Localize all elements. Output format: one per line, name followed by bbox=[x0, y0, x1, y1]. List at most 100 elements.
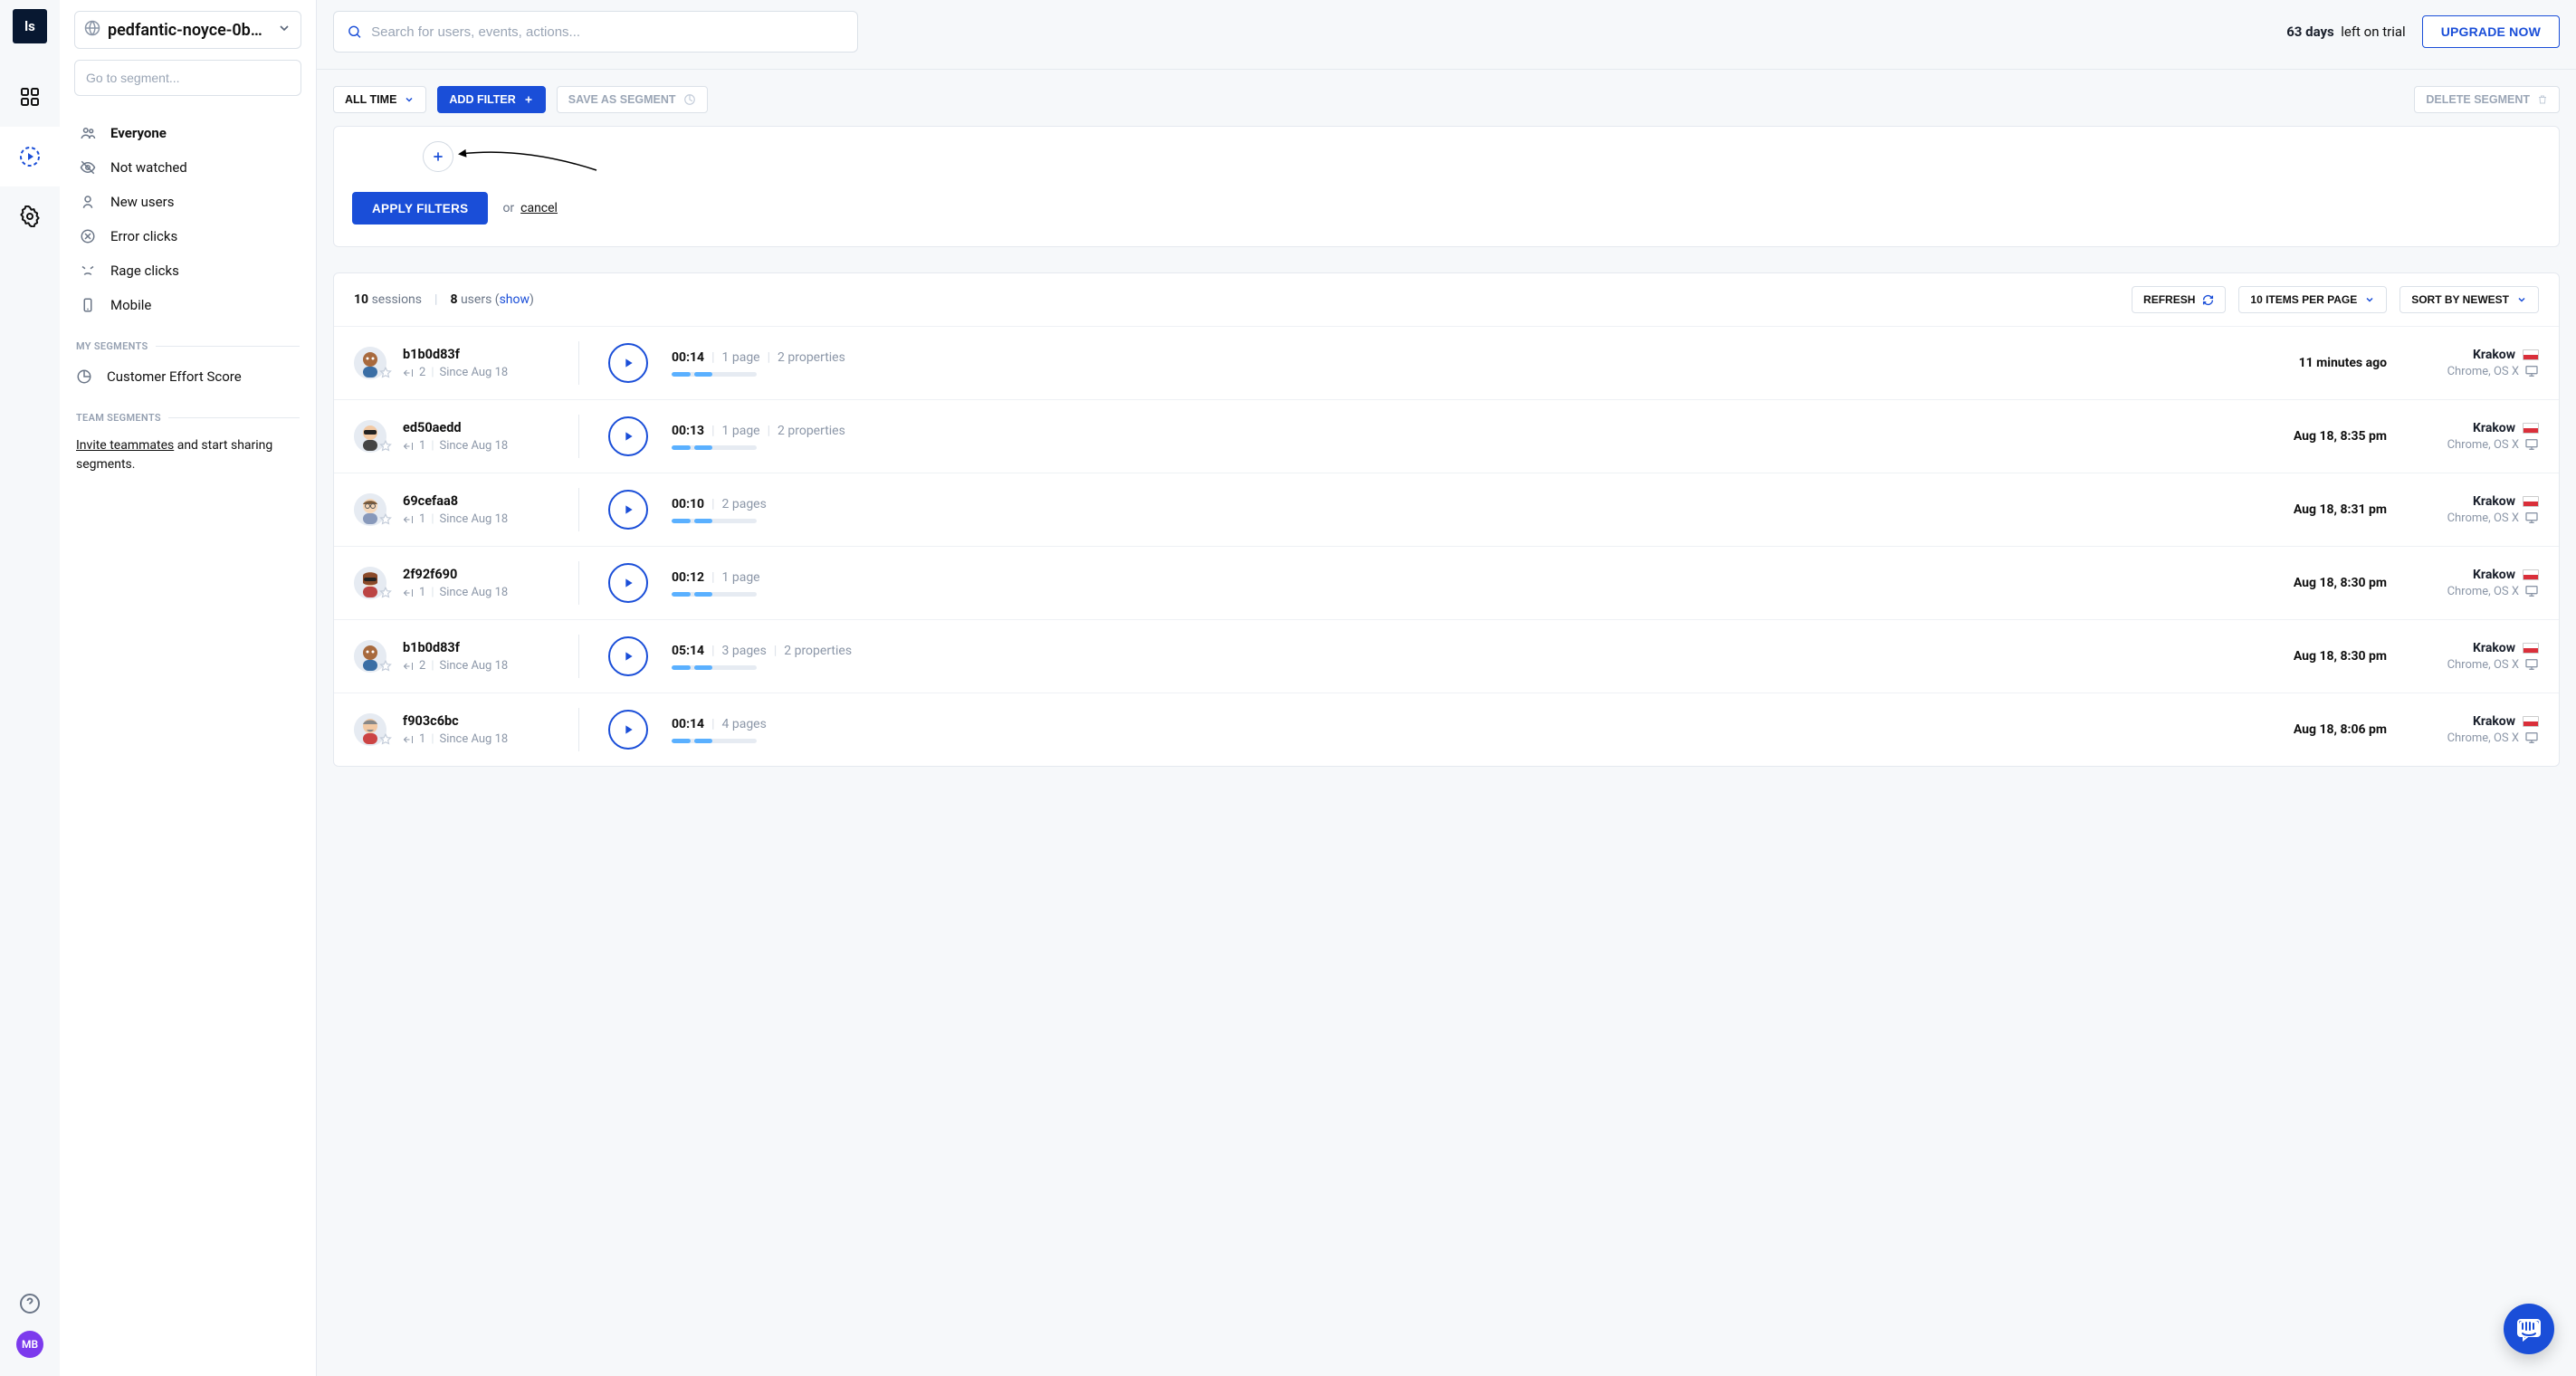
segment-item[interactable]: Not watched bbox=[63, 150, 312, 185]
star-icon[interactable] bbox=[379, 660, 392, 676]
play-button[interactable] bbox=[608, 636, 648, 676]
apply-filters-button[interactable]: APPLY FILTERS bbox=[352, 192, 488, 225]
session-row[interactable]: b1b0d83f2|Since Aug 1800:14|1 page|2 pro… bbox=[334, 327, 2559, 399]
save-segment-button[interactable]: SAVE AS SEGMENT bbox=[557, 86, 708, 113]
desktop-icon bbox=[2524, 364, 2539, 378]
session-time: Aug 18, 8:06 pm bbox=[950, 722, 2387, 737]
sessions-list: 10 sessions | 8 users (show) REFRESH 10 … bbox=[333, 272, 2560, 767]
global-search-input[interactable] bbox=[371, 24, 844, 40]
segment-item[interactable]: Everyone bbox=[63, 116, 312, 150]
duration: 00:14 bbox=[672, 717, 704, 731]
session-meta: 00:10|2 pages bbox=[672, 497, 934, 523]
user-id: 2f92f690 bbox=[403, 567, 557, 582]
upgrade-button[interactable]: UPGRADE NOW bbox=[2422, 15, 2560, 48]
visit-count: 1 bbox=[419, 439, 425, 453]
visits-icon bbox=[403, 514, 414, 525]
add-filter-circle[interactable] bbox=[423, 141, 453, 172]
nav-sessions[interactable] bbox=[0, 127, 60, 186]
intercom-launcher[interactable] bbox=[2504, 1304, 2554, 1354]
session-meta: 00:12|1 page bbox=[672, 570, 934, 597]
city: Krakow bbox=[2473, 641, 2515, 655]
global-search[interactable] bbox=[333, 11, 858, 53]
page-count: 1 page bbox=[722, 424, 760, 438]
segment-item[interactable]: New users bbox=[63, 185, 312, 219]
main-panel: 63 days left on trial UPGRADE NOW ALL TI… bbox=[317, 0, 2576, 1376]
play-button[interactable] bbox=[608, 710, 648, 750]
city: Krakow bbox=[2473, 494, 2515, 509]
session-location: KrakowChrome, OS X bbox=[2403, 714, 2539, 745]
since-date: Since Aug 18 bbox=[440, 586, 509, 599]
city: Krakow bbox=[2473, 348, 2515, 362]
flag-icon bbox=[2523, 496, 2539, 507]
page-count: 1 page bbox=[722, 350, 760, 365]
segment-search[interactable] bbox=[74, 60, 301, 96]
segment-item[interactable]: Mobile bbox=[63, 288, 312, 322]
cancel-link[interactable]: cancel bbox=[520, 201, 558, 215]
invite-teammates-link[interactable]: Invite teammates bbox=[76, 438, 174, 453]
session-meta: 05:14|3 pages|2 properties bbox=[672, 644, 934, 670]
visit-count: 2 bbox=[419, 366, 425, 379]
segment-item[interactable]: Rage clicks bbox=[63, 253, 312, 288]
segment-item-label: New users bbox=[110, 194, 174, 210]
time-range-button[interactable]: ALL TIME bbox=[333, 86, 426, 113]
globe-icon bbox=[84, 20, 100, 40]
session-location: KrakowChrome, OS X bbox=[2403, 494, 2539, 525]
star-icon[interactable] bbox=[379, 367, 392, 383]
play-button[interactable] bbox=[608, 416, 648, 456]
project-name: pedfantic-noyce-0b8d8... bbox=[108, 21, 270, 40]
star-icon[interactable] bbox=[379, 587, 392, 603]
desktop-icon bbox=[2524, 511, 2539, 525]
duration: 00:12 bbox=[672, 570, 704, 585]
rage-icon bbox=[80, 263, 96, 279]
add-filter-button[interactable]: ADD FILTER bbox=[437, 86, 545, 113]
session-meta: 00:13|1 page|2 properties bbox=[672, 424, 934, 450]
play-button[interactable] bbox=[608, 343, 648, 383]
user-new-icon bbox=[80, 194, 96, 210]
filter-builder-panel: APPLY FILTERS or cancel bbox=[333, 126, 2560, 247]
flag-icon bbox=[2523, 716, 2539, 727]
user-info: b1b0d83f2|Since Aug 18 bbox=[403, 347, 557, 379]
show-users-link[interactable]: show bbox=[500, 292, 530, 307]
user-id: ed50aedd bbox=[403, 420, 557, 435]
nav-dashboard[interactable] bbox=[0, 67, 60, 127]
user-id: b1b0d83f bbox=[403, 640, 557, 655]
progress-bar bbox=[672, 592, 757, 597]
desktop-icon bbox=[2524, 731, 2539, 745]
desktop-icon bbox=[2524, 657, 2539, 672]
error-icon bbox=[80, 228, 96, 244]
segment-item[interactable]: Error clicks bbox=[63, 219, 312, 253]
segment-search-input[interactable] bbox=[86, 71, 290, 85]
refresh-button[interactable]: REFRESH bbox=[2132, 286, 2226, 313]
play-button[interactable] bbox=[608, 490, 648, 530]
session-time: Aug 18, 8:35 pm bbox=[950, 429, 2387, 444]
delete-segment-button[interactable]: DELETE SEGMENT bbox=[2414, 86, 2560, 113]
segment-item-label: Mobile bbox=[110, 297, 151, 313]
session-row[interactable]: 2f92f6901|Since Aug 1800:12|1 pageAug 18… bbox=[334, 546, 2559, 619]
session-meta: 00:14|4 pages bbox=[672, 717, 934, 743]
duration: 05:14 bbox=[672, 644, 704, 658]
sort-button[interactable]: SORT BY NEWEST bbox=[2399, 286, 2539, 313]
segment-item-ces[interactable]: Customer Effort Score bbox=[60, 359, 316, 394]
segment-item-label: Error clicks bbox=[110, 228, 177, 244]
user-info: b1b0d83f2|Since Aug 18 bbox=[403, 640, 557, 673]
session-row[interactable]: 69cefaa81|Since Aug 1800:10|2 pagesAug 1… bbox=[334, 473, 2559, 546]
help-button[interactable] bbox=[0, 1293, 60, 1314]
session-row[interactable]: ed50aedd1|Since Aug 1800:13|1 page|2 pro… bbox=[334, 399, 2559, 473]
nav-settings[interactable] bbox=[0, 186, 60, 246]
session-location: KrakowChrome, OS X bbox=[2403, 348, 2539, 378]
session-location: KrakowChrome, OS X bbox=[2403, 641, 2539, 672]
people-icon bbox=[80, 125, 96, 141]
session-row[interactable]: b1b0d83f2|Since Aug 18 05:14|3 pages|2 pr… bbox=[334, 619, 2559, 693]
session-row[interactable]: f903c6bc1|Since Aug 1800:14|4 pagesAug 1… bbox=[334, 693, 2559, 766]
star-icon[interactable] bbox=[379, 440, 392, 456]
star-icon[interactable] bbox=[379, 513, 392, 530]
items-per-page-button[interactable]: 10 ITEMS PER PAGE bbox=[2238, 286, 2387, 313]
project-picker[interactable]: pedfantic-noyce-0b8d8... bbox=[74, 11, 301, 49]
topbar: 63 days left on trial UPGRADE NOW bbox=[317, 0, 2576, 69]
user-avatar[interactable]: MB bbox=[16, 1331, 43, 1358]
session-location: KrakowChrome, OS X bbox=[2403, 568, 2539, 598]
play-button[interactable] bbox=[608, 563, 648, 603]
star-icon[interactable] bbox=[379, 733, 392, 750]
sessions-count: 10 sessions bbox=[354, 292, 422, 307]
desktop-icon bbox=[2524, 437, 2539, 452]
